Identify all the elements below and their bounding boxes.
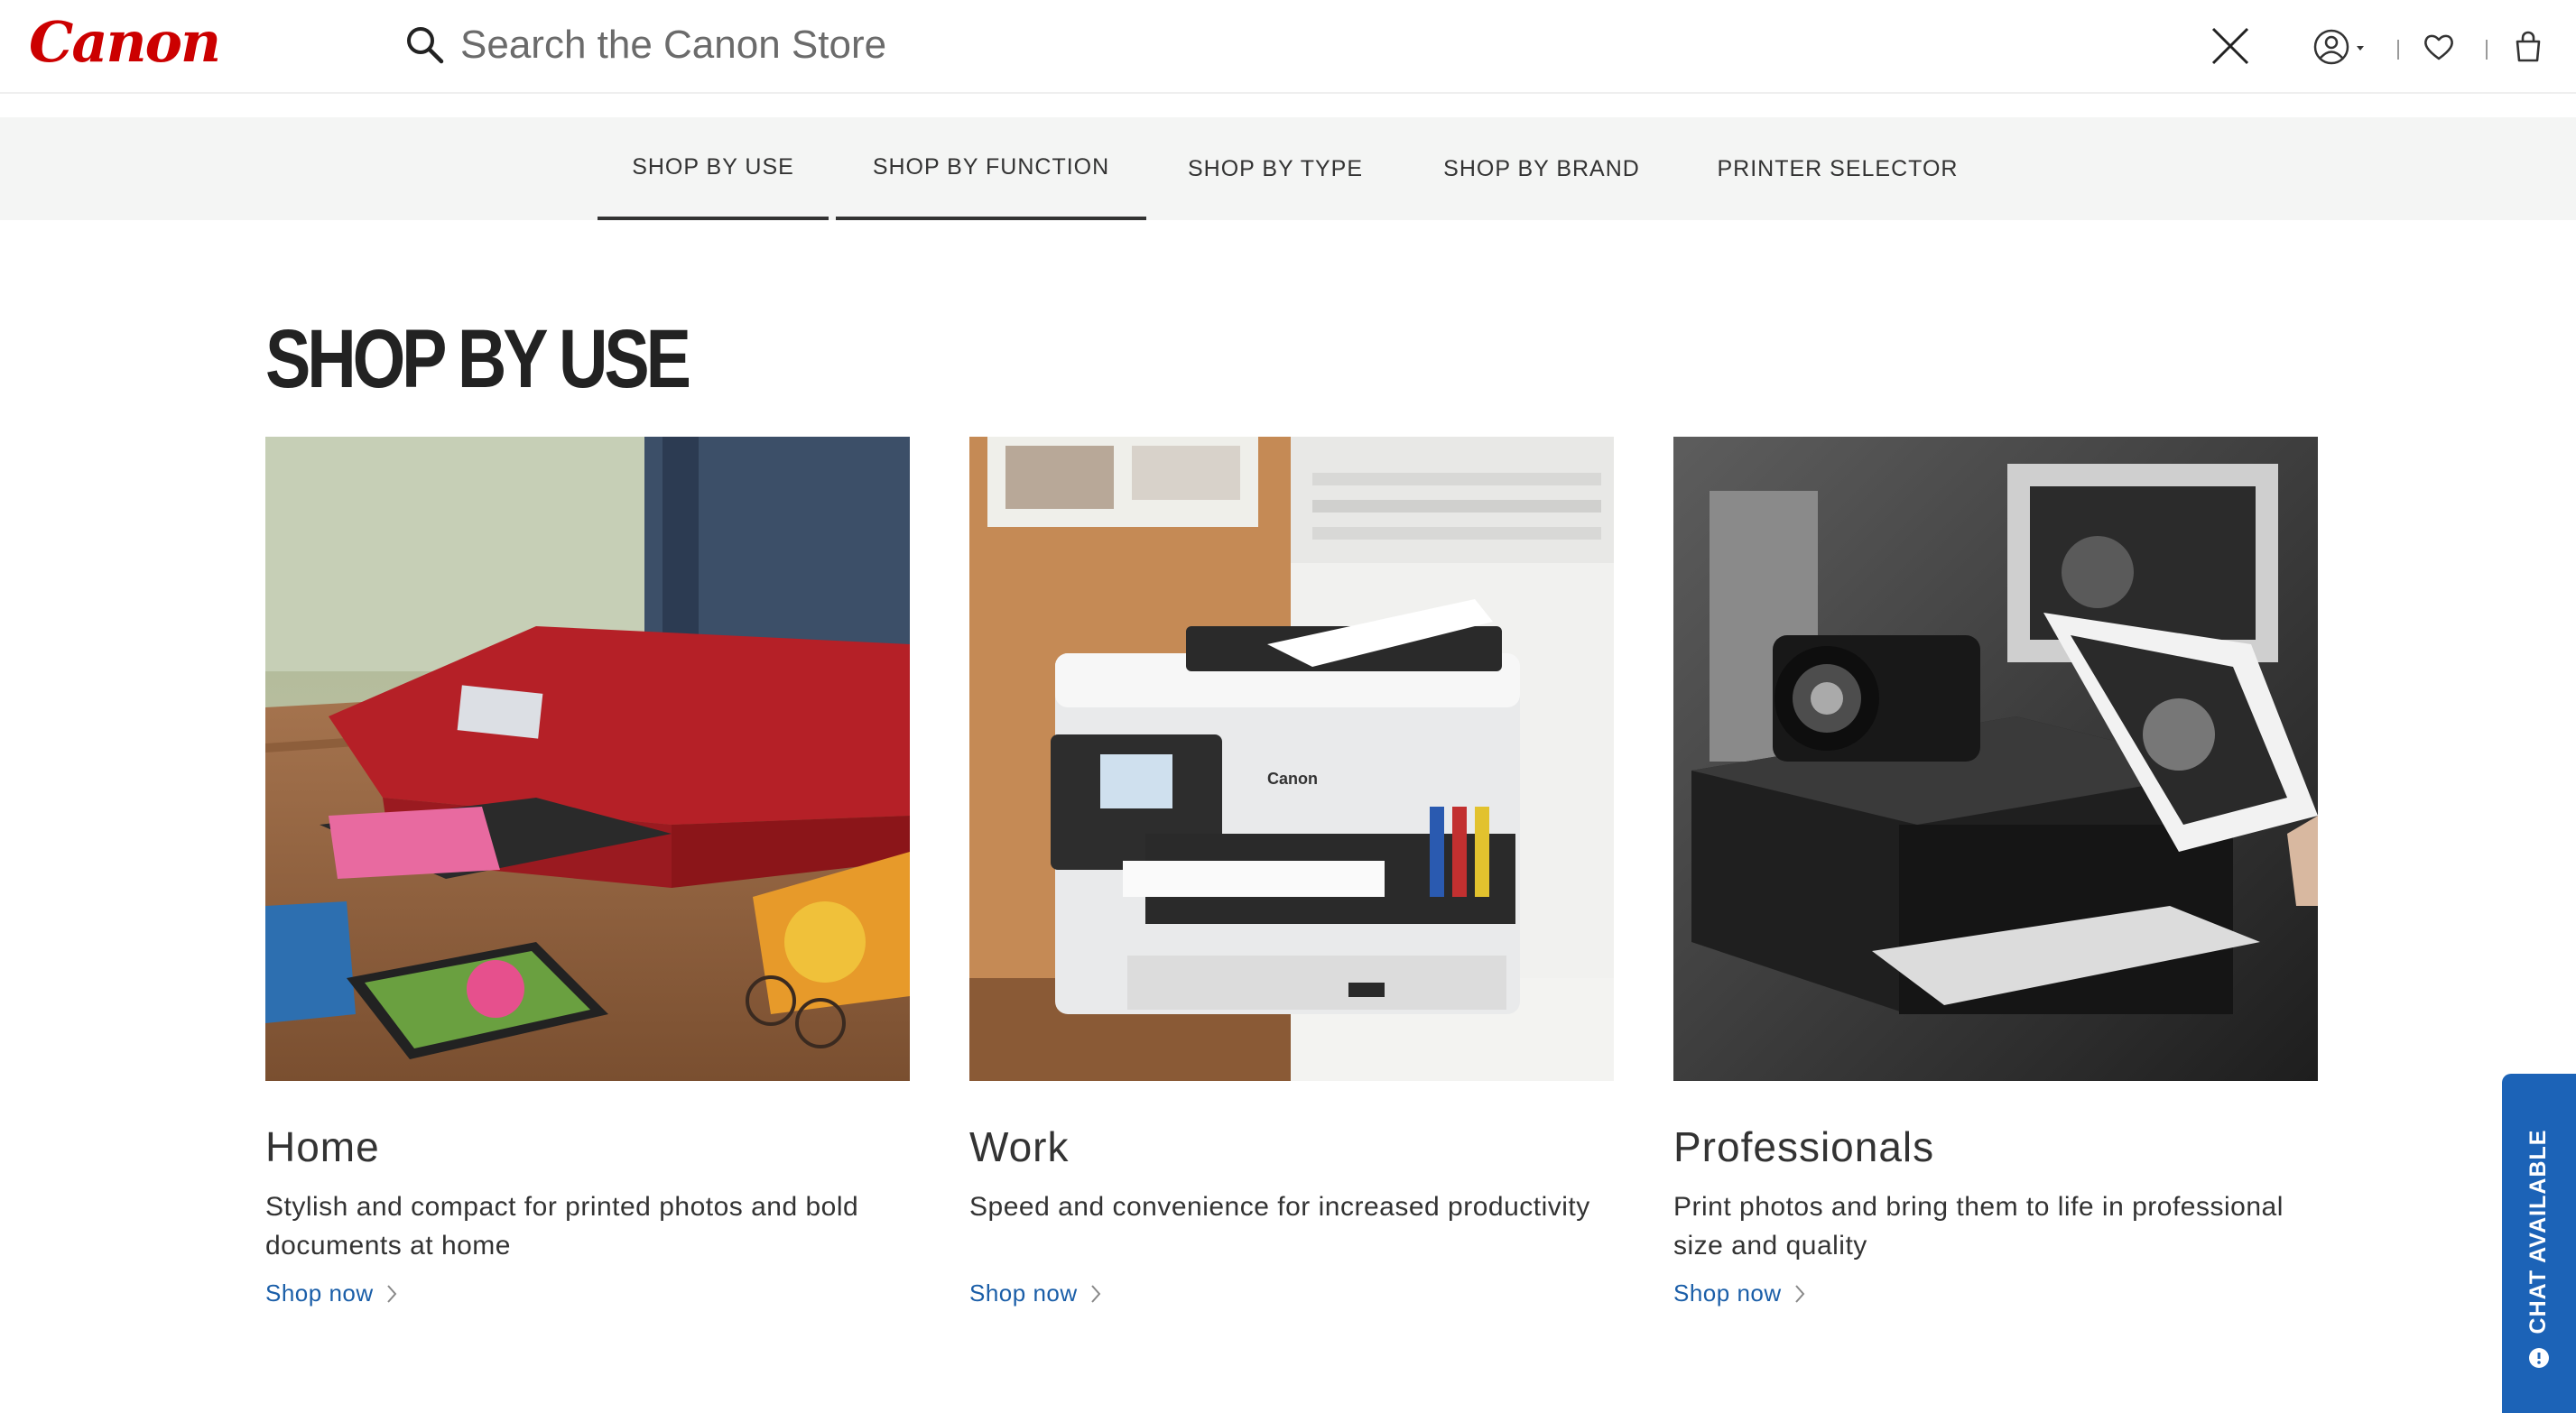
tab-shop-by-use[interactable]: SHOP BY USE: [598, 117, 829, 220]
cart-button[interactable]: [2514, 27, 2543, 70]
card-description: Stylish and compact for printed photos a…: [265, 1192, 859, 1261]
account-icon: [2312, 28, 2350, 70]
chevron-right-icon: [386, 1284, 397, 1304]
chevron-right-icon: [1794, 1284, 1805, 1304]
tab-shop-by-brand[interactable]: SHOP BY BRAND: [1415, 117, 1668, 220]
search-icon[interactable]: [403, 23, 448, 68]
work-printer-image[interactable]: Canon: [969, 437, 1614, 1081]
top-header: Canon: [0, 0, 2576, 94]
shop-now-link-work[interactable]: Shop now: [969, 1279, 1101, 1307]
card-title: Home: [265, 1123, 380, 1170]
chat-available-tab[interactable]: CHAT AVAILABLE: [2502, 1074, 2576, 1413]
card-professionals: Professionals Print photos and bring the…: [1673, 437, 2318, 1307]
header-divider: [2397, 40, 2399, 60]
chevron-right-icon: [1090, 1284, 1101, 1304]
card-description: Print photos and bring them to life in p…: [1673, 1192, 2284, 1261]
tab-printer-selector[interactable]: PRINTER SELECTOR: [1697, 117, 1978, 220]
card-work: Canon Work Speed and convenience for inc…: [969, 437, 1614, 1307]
tab-shop-by-function[interactable]: SHOP BY FUNCTION: [836, 117, 1146, 220]
wishlist-button[interactable]: [2423, 27, 2455, 70]
card-description: Speed and convenience for increased prod…: [969, 1192, 1590, 1222]
home-printer-image[interactable]: [265, 437, 910, 1081]
bag-icon: [2514, 31, 2543, 68]
chat-label: CHAT AVAILABLE: [2525, 1129, 2551, 1334]
tab-shop-by-type[interactable]: SHOP BY TYPE: [1164, 117, 1386, 220]
professional-printer-image[interactable]: [1673, 437, 2318, 1081]
account-menu-button[interactable]: [2312, 27, 2365, 70]
chevron-down-icon: [2356, 41, 2365, 57]
card-title: Professionals: [1673, 1123, 1935, 1170]
shop-now-label: Shop now: [265, 1279, 374, 1307]
search-bar[interactable]: [403, 18, 1666, 72]
shop-now-label: Shop now: [1673, 1279, 1782, 1307]
card-home: Home Stylish and compact for printed pho…: [265, 437, 910, 1307]
category-nav: SHOP BY USE SHOP BY FUNCTION SHOP BY TYP…: [0, 117, 2576, 220]
chat-bubble-icon: [2527, 1346, 2551, 1370]
header-divider: [2486, 40, 2488, 60]
svg-text:Canon: Canon: [1267, 770, 1318, 788]
close-icon[interactable]: [2208, 23, 2253, 69]
page-title: SHOP BY USE: [265, 313, 691, 405]
shop-now-label: Shop now: [969, 1279, 1078, 1307]
shop-now-link-professionals[interactable]: Shop now: [1673, 1279, 1805, 1307]
shop-now-link-home[interactable]: Shop now: [265, 1279, 397, 1307]
canon-logo[interactable]: Canon: [29, 14, 221, 70]
heart-icon: [2423, 32, 2455, 67]
card-title: Work: [969, 1123, 1070, 1170]
search-input[interactable]: [460, 23, 1543, 68]
